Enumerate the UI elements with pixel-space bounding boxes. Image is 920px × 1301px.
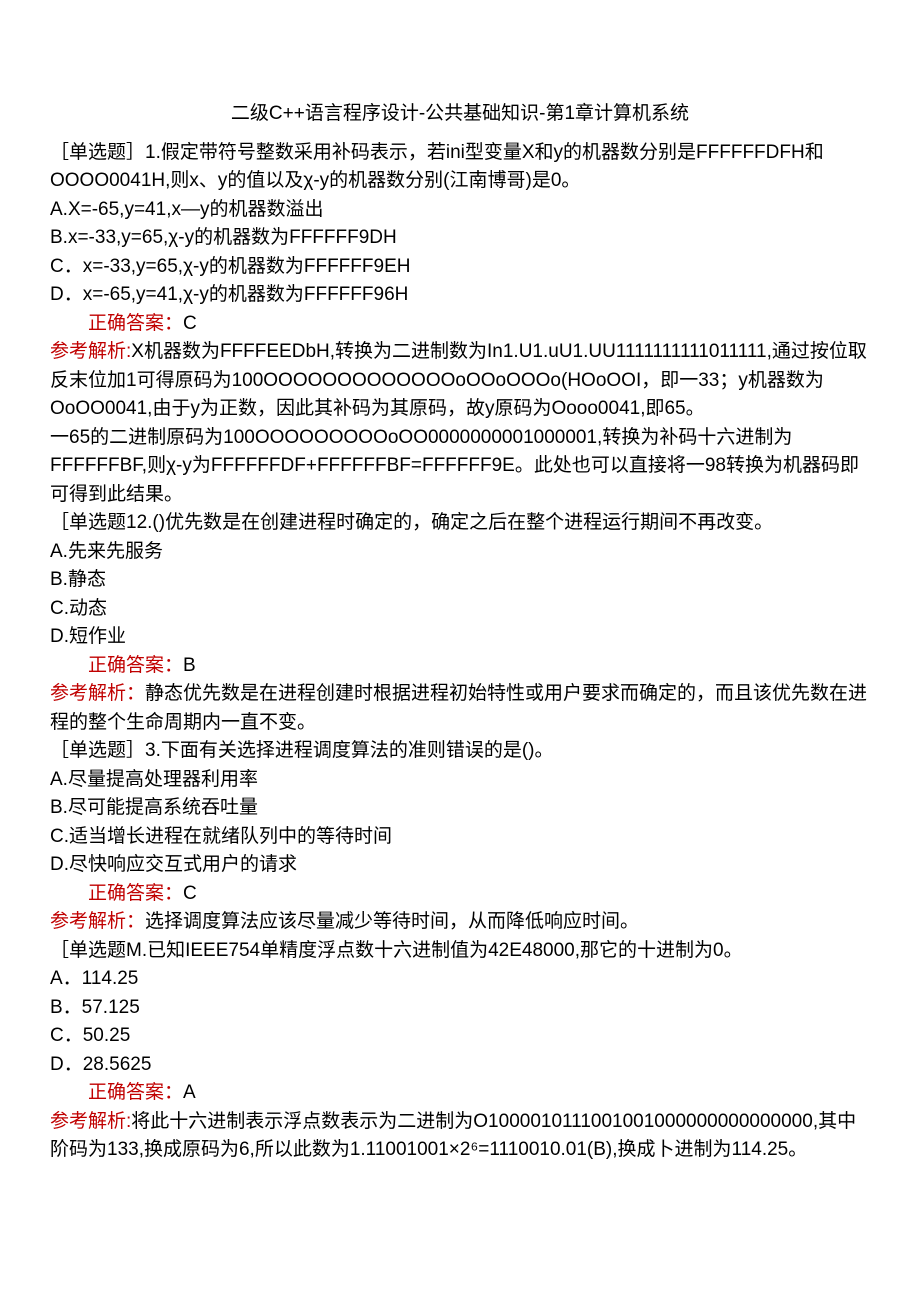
q3-answer: C [183, 883, 197, 904]
q1-answer-line: 正确答案：C [50, 310, 870, 339]
q1-answer: C [183, 313, 197, 334]
q4-answer: A [183, 1082, 196, 1103]
q3-answer-line: 正确答案：C [50, 880, 870, 909]
q4-option-a: A．114.25 [50, 965, 870, 994]
q1-option-b: B.x=-33,y=65,χ-y的机器数为FFFFFF9DH [50, 224, 870, 253]
q2-stem: ［单选题12.()优先数是在创建进程时确定的，确定之后在整个进程运行期间不再改变… [50, 509, 870, 538]
q1-option-d: D．x=-65,y=41,χ-y的机器数为FFFFFF96H [50, 281, 870, 310]
q4-option-d: D．28.5625 [50, 1051, 870, 1080]
explanation-label: 参考解析: [50, 341, 131, 362]
q3-option-b: B.尽可能提高系统吞吐量 [50, 794, 870, 823]
explanation-label: 参考解析： [50, 683, 145, 704]
document-page: 二级C++语言程序设计-公共基础知识-第1章计算机系统 ［单选题］1.假定带符号… [0, 0, 920, 1301]
q1-option-a: A.X=-65,y=41,x—y的机器数溢出 [50, 196, 870, 225]
q4-option-c: C．50.25 [50, 1022, 870, 1051]
explanation-label: 参考解析： [50, 911, 145, 932]
q3-exp-text: 选择调度算法应该尽量减少等待时间，从而降低响应时间。 [145, 911, 639, 932]
q3-option-d: D.尽快响应交互式用户的请求 [50, 851, 870, 880]
q2-answer: B [183, 655, 196, 676]
q3-option-a: A.尽量提高处理器利用率 [50, 766, 870, 795]
explanation-label: 参考解析: [50, 1111, 131, 1132]
q1-explanation-1: 参考解析:X机器数为FFFFEEDbH,转换为二进制数为In1.U1.uU1.U… [50, 338, 870, 424]
q2-option-b: B.静态 [50, 566, 870, 595]
q3-stem: ［单选题］3.下面有关选择进程调度算法的准则错误的是()。 [50, 737, 870, 766]
q2-option-c: C.动态 [50, 595, 870, 624]
q3-explanation: 参考解析：选择调度算法应该尽量减少等待时间，从而降低响应时间。 [50, 908, 870, 937]
q2-exp-text: 静态优先数是在进程创建时根据进程初始特性或用户要求而确定的，而且该优先数在进程的… [50, 683, 867, 733]
q4-answer-line: 正确答案：A [50, 1079, 870, 1108]
q2-explanation: 参考解析：静态优先数是在进程创建时根据进程初始特性或用户要求而确定的，而且该优先… [50, 680, 870, 737]
q4-exp-text: 将此十六进制表示浮点数表示为二进制为O100001011100100100000… [50, 1111, 856, 1161]
q1-stem: ［单选题］1.假定带符号整数采用补码表示，若ini型变量X和y的机器数分别是FF… [50, 139, 870, 196]
q1-explanation-2: 一65的二进制原码为100OOOOOOOOOoOO000000000100000… [50, 424, 870, 510]
q2-answer-line: 正确答案：B [50, 652, 870, 681]
answer-label: 正确答案： [88, 655, 183, 676]
q1-option-c: C．x=-33,y=65,χ-y的机器数为FFFFFF9EH [50, 253, 870, 282]
answer-label: 正确答案： [88, 313, 183, 334]
q4-option-b: B．57.125 [50, 994, 870, 1023]
q2-option-a: A.先来先服务 [50, 538, 870, 567]
q4-explanation: 参考解析:将此十六进制表示浮点数表示为二进制为O1000010111001001… [50, 1108, 870, 1165]
answer-label: 正确答案： [88, 883, 183, 904]
q4-stem: ［单选题M.已知IEEE754单精度浮点数十六进制值为42E48000,那它的十… [50, 937, 870, 966]
q3-option-c: C.适当增长进程在就绪队列中的等待时间 [50, 823, 870, 852]
answer-label: 正确答案： [88, 1082, 183, 1103]
q1-exp-text-1: X机器数为FFFFEEDbH,转换为二进制数为In1.U1.uU1.UU1111… [50, 341, 867, 419]
page-title: 二级C++语言程序设计-公共基础知识-第1章计算机系统 [50, 100, 870, 129]
q2-option-d: D.短作业 [50, 623, 870, 652]
